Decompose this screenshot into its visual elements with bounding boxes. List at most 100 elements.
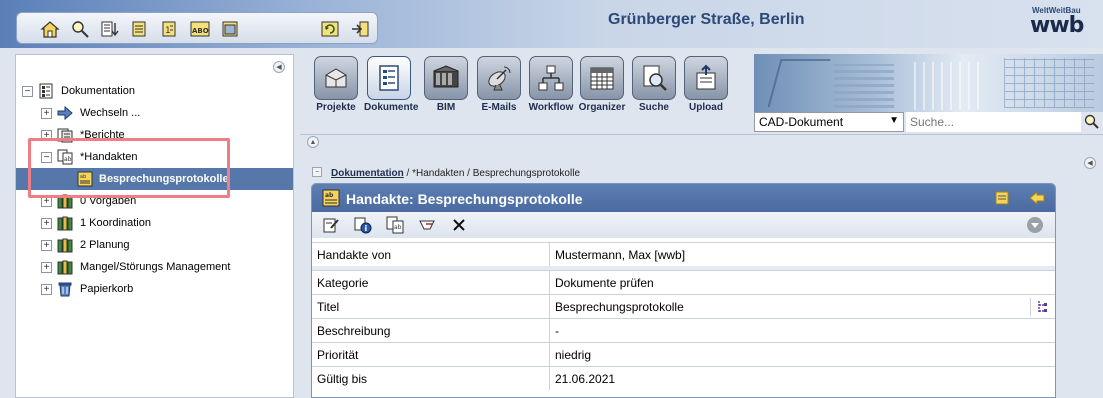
notes-icon[interactable] [994,190,1010,209]
module-upload[interactable]: Upload [681,56,731,113]
binders-icon [56,193,74,209]
card-title: Handakte: Besprechungsprotokolle [346,191,583,207]
move-icon[interactable] [418,216,436,237]
reports-icon [56,127,74,143]
tree-item-label: Besprechungsprotokolle [99,173,229,185]
row-label: Priorität [317,347,359,362]
expand-icon[interactable]: + [41,261,52,273]
tree-item-handakten[interactable]: − ab *Handakten [16,146,293,168]
binders-icon [56,215,74,231]
expand-icon[interactable]: + [41,195,52,207]
documentation-icon [37,83,55,99]
trash-icon [56,281,74,297]
detail-row: Beschreibung - [312,318,1055,342]
delete-icon[interactable] [451,216,467,237]
top-header: 1 ABO Grünberger Straße, Berlin WeltWeit… [0,0,1103,48]
search-icon[interactable] [1083,112,1101,132]
breadcrumb: Dokumentation / *Handakten / Besprechung… [331,168,580,179]
chevron-down-icon: ▼ [889,115,899,126]
edit-properties-icon[interactable] [322,216,340,237]
svg-text:ab: ab [80,174,86,180]
tree-item-label: 1 Koordination [80,217,151,229]
detail-row: Titel Besprechungsprotokolle [312,294,1055,318]
detail-row: Priorität niedrig [312,342,1055,366]
module-organizer[interactable]: Organizer [577,56,627,113]
tree-item-berichte[interactable]: + *Berichte [16,124,293,146]
module-label: Suche [638,102,669,113]
expand-icon[interactable]: + [41,239,52,251]
expand-icon[interactable]: + [41,283,52,295]
module-suche[interactable]: Suche [629,56,679,113]
card-header: ab Handakte: Besprechungsprotokolle [312,184,1055,212]
tree-item-label: Dokumentation [61,85,135,97]
tree-item-planung[interactable]: + 2 Planung [16,234,293,256]
copy-handakte-icon[interactable]: ab [386,216,404,237]
dropdown-circle-icon[interactable] [1026,216,1044,237]
binders-icon [56,259,74,275]
back-arrow-icon[interactable] [1028,190,1046,209]
row-value: Besprechungsprotokolle [555,299,684,314]
module-label: Upload [689,102,723,113]
window-icon[interactable] [219,19,241,39]
collapse-icon[interactable]: − [312,167,322,177]
module-workflow[interactable]: Workflow [526,56,576,113]
module-label: BIM [436,102,456,113]
document-type-select[interactable]: CAD-Dokument ▼ [754,112,904,132]
row-value: - [555,323,559,338]
module-label: Organizer [578,102,626,113]
collapse-icon[interactable]: − [41,151,52,163]
collapse-icon[interactable]: − [22,85,33,97]
row-label: Gültig bis [317,371,368,386]
collapse-left-icon[interactable]: ◀ [273,61,285,73]
svg-text:1: 1 [165,26,171,36]
refresh-icon[interactable] [319,19,341,39]
handakte-card: ab Handakte: Besprechungsprotokolle i ab [311,183,1056,398]
handakte-folder-icon: ab [76,171,94,187]
sort-down-icon[interactable] [99,19,121,39]
right-side-panel: ◀ [1074,148,1103,398]
tree-item-dokumentation[interactable]: − Dokumentation [16,80,293,102]
list-edit-icon[interactable] [129,19,151,39]
module-bim[interactable]: BIM [421,56,471,113]
list-numbered-icon[interactable]: 1 [159,19,181,39]
tree-item-koordination[interactable]: + 1 Koordination [16,212,293,234]
tree-item-papierkorb[interactable]: + Papierkorb [16,278,293,300]
projects-icon [314,56,358,100]
expand-icon[interactable]: + [41,217,52,229]
module-label: Dokumente [364,102,419,113]
module-emails[interactable]: E-Mails [474,56,524,113]
tree-item-label: 2 Planung [80,239,130,251]
module-projekte[interactable]: Projekte [311,56,361,113]
panel-divider: ▲ [300,134,1103,148]
info-icon[interactable]: i [354,216,372,237]
search-input[interactable] [906,112,1081,132]
handakte-icon: ab [56,149,74,165]
tree-item-vorgaben[interactable]: + 0 Vorgaben [16,190,293,212]
detail-row: Handakte von Mustermann, Max [wwb] [312,242,1055,266]
module-dokumente[interactable]: Dokumente [364,56,419,113]
bim-icon [424,56,468,100]
tree-item-besprechungsprotokolle[interactable]: ab Besprechungsprotokolle [16,168,293,190]
tree-structure-icon[interactable] [1030,298,1054,316]
company-logo: WeltWeitBau wwb [1030,6,1094,38]
module-label: E-Mails [481,102,517,113]
logo-text: wwb [1030,13,1084,38]
row-label: Handakte von [317,247,392,262]
logout-icon[interactable] [349,19,371,39]
expand-icon[interactable]: + [41,129,52,141]
tree-item-wechseln[interactable]: + Wechseln ... [16,102,293,124]
home-icon[interactable] [39,19,61,39]
main-toolbar: 1 ABO [16,12,378,44]
row-label: Titel [317,299,340,314]
satellite-icon [477,56,521,100]
collapse-right-icon[interactable]: ◀ [1084,157,1096,169]
row-label: Beschreibung [317,323,391,338]
collapse-up-icon[interactable]: ▲ [307,136,319,148]
search-tree-icon[interactable] [69,19,91,39]
tree-item-mangel[interactable]: + Mangel/Störungs Management [16,256,293,278]
svg-text:ABO: ABO [192,27,209,35]
select-value: CAD-Dokument [759,115,844,129]
abc-icon[interactable]: ABO [189,19,211,39]
breadcrumb-link[interactable]: Dokumentation [331,168,404,179]
expand-icon[interactable]: + [41,107,52,119]
